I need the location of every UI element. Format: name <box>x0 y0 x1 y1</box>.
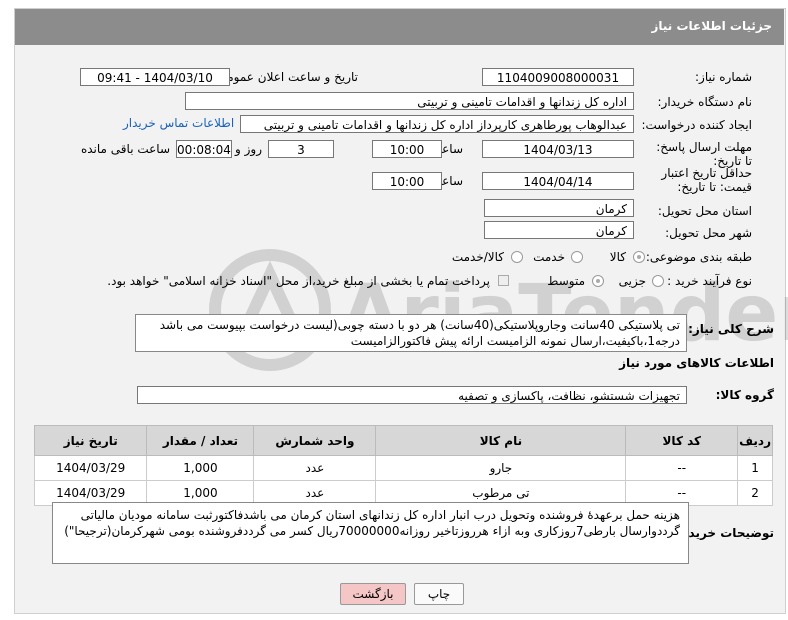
requester-label: ایجاد کننده درخواست: <box>641 118 752 132</box>
cell-goods-code: -- <box>625 455 739 481</box>
category-option-goods-service: کالا/خدمت <box>451 250 504 264</box>
hours-left-label: ساعت باقی مانده <box>80 142 170 156</box>
back-button[interactable]: بازگشت <box>340 583 406 605</box>
table-row[interactable]: 1 -- جارو عدد 1,000 1404/03/29 <box>33 455 773 481</box>
requester-field[interactable]: عبدالوهاب پورطاهری کارپرداز اداره کل زند… <box>240 115 634 133</box>
city-field[interactable]: کرمان <box>484 221 634 239</box>
day-and-label: روز و <box>235 142 262 156</box>
print-button[interactable]: چاپ <box>414 583 464 605</box>
buyer-org-label: نام دستگاه خریدار: <box>657 95 753 109</box>
purchase-type-label: نوع فرآیند خرید : <box>667 274 752 288</box>
purchase-option-medium: متوسط <box>547 274 585 288</box>
description-textarea[interactable]: تی پلاستیکی 40سانت وجاروپلاستیکی(40سانت)… <box>135 314 687 352</box>
price-validity-date-field[interactable]: 1404/04/14 <box>482 172 634 190</box>
price-validity-label: حداقل تاریخ اعتبار قیمت: تا تاریخ: <box>661 166 752 194</box>
panel-header: جزئیات اطلاعات نیاز <box>15 9 784 45</box>
category-radio-goods[interactable] <box>633 251 645 263</box>
cell-goods-name: جارو <box>375 455 627 481</box>
col-row-number: ردیف <box>737 425 773 456</box>
treasury-payment-checkbox[interactable] <box>498 275 509 286</box>
buyer-org-field[interactable]: اداره کل زندانها و اقدامات تامینی و تربی… <box>185 92 634 110</box>
deadline-time-field[interactable]: 10:00 <box>372 140 442 158</box>
cell-row-number: 1 <box>737 455 773 481</box>
price-validity-time-field[interactable]: 10:00 <box>372 172 442 190</box>
goods-group-label: گروه کالا: <box>715 388 774 402</box>
col-goods-code: کد کالا <box>625 425 739 456</box>
need-number-label: شماره نیاز: <box>695 70 752 84</box>
buyer-notes-textarea[interactable]: هزینه حمل برعهدۀ فروشنده وتحویل درب انبا… <box>52 502 689 564</box>
province-field[interactable]: کرمان <box>484 199 634 217</box>
col-need-date: تاریخ نیاز <box>33 425 148 456</box>
purchase-option-minor: جزیی <box>618 274 646 288</box>
goods-table: ردیف کد کالا نام کالا واحد شمارش تعداد /… <box>33 425 773 506</box>
page-title: جزئیات اطلاعات نیاز <box>651 19 772 33</box>
cell-unit: عدد <box>253 455 377 481</box>
treasury-payment-note: پرداخت تمام یا بخشی از مبلغ خرید،از محل … <box>107 274 490 288</box>
col-goods-name: نام کالا <box>375 425 627 456</box>
cell-row-number: 2 <box>737 480 773 506</box>
days-left-field[interactable]: 3 <box>268 140 334 158</box>
col-unit: واحد شمارش <box>253 425 377 456</box>
need-number-field[interactable]: 1104009008000031 <box>482 68 634 86</box>
purchase-radio-medium[interactable] <box>592 275 604 287</box>
announce-datetime-field[interactable]: 1404/03/10 - 09:41 <box>80 68 230 86</box>
purchase-radio-minor[interactable] <box>652 275 664 287</box>
cell-quantity: 1,000 <box>146 455 255 481</box>
description-label: شرح کلی نیاز: <box>688 322 774 336</box>
city-label: شهر محل تحویل: <box>665 226 752 240</box>
buyer-contact-link[interactable]: اطلاعات تماس خریدار <box>123 116 234 130</box>
cell-need-date: 1404/03/29 <box>33 455 148 481</box>
category-option-goods: کالا <box>609 250 626 264</box>
time-left-field[interactable]: 00:08:04 <box>176 140 232 158</box>
announce-datetime-label: تاریخ و ساعت اعلان عمومی: <box>213 70 358 84</box>
province-label: استان محل تحویل: <box>657 204 752 218</box>
goods-info-heading: اطلاعات کالاهای مورد نیاز <box>619 356 774 370</box>
category-label: طبقه بندی موضوعی: <box>645 250 752 264</box>
deadline-send-label: مهلت ارسال پاسخ: تا تاریخ: <box>656 140 752 168</box>
deadline-date-field[interactable]: 1404/03/13 <box>482 140 634 158</box>
goods-group-field[interactable]: تجهیزات شستشو، نظافت، پاکسازی و تصفیه <box>137 386 687 404</box>
table-header-row: ردیف کد کالا نام کالا واحد شمارش تعداد /… <box>33 425 773 456</box>
category-radio-service[interactable] <box>571 251 583 263</box>
category-radio-goods-service[interactable] <box>511 251 523 263</box>
col-quantity: تعداد / مقدار <box>146 425 255 456</box>
category-option-service: خدمت <box>533 250 565 264</box>
